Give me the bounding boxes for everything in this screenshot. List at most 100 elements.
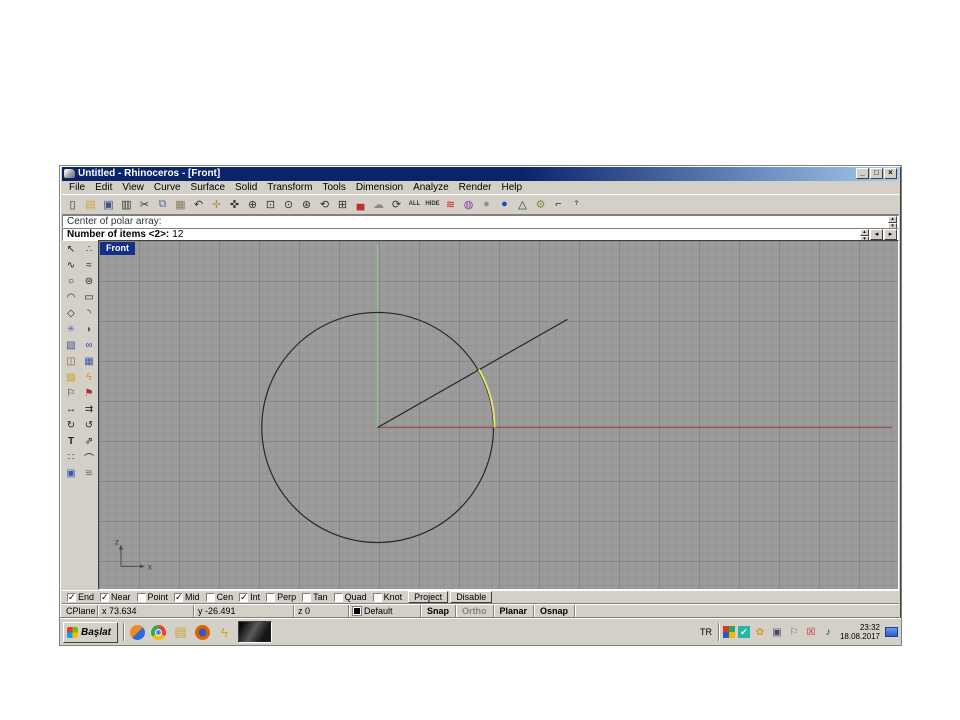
osnap-knot[interactable]: Knot	[371, 592, 407, 602]
pane-osnap[interactable]: Osnap	[534, 604, 576, 617]
rotate-view-icon[interactable]: ✜	[226, 196, 243, 212]
menu-surface[interactable]: Surface	[186, 182, 230, 193]
zoom-dynamic-icon[interactable]: ⊕	[244, 196, 261, 212]
menu-analyze[interactable]: Analyze	[408, 182, 454, 193]
surface-icon[interactable]: ✳	[63, 322, 79, 337]
viewport-title[interactable]: Front	[100, 241, 135, 255]
menu-file[interactable]: File	[64, 182, 90, 193]
print-icon[interactable]: ▥	[118, 196, 135, 212]
layer-pane[interactable]: Default	[349, 604, 421, 617]
menu-view[interactable]: View	[117, 182, 149, 193]
osnap-int[interactable]: Int	[237, 592, 264, 603]
ellipse-icon[interactable]: ⊜	[81, 274, 97, 289]
select-arrow-icon[interactable]: ↖	[63, 242, 79, 257]
hide-icon[interactable]: HIDE	[424, 196, 441, 212]
array-icon[interactable]: ∷	[63, 450, 79, 465]
explode-icon[interactable]: ϟ	[81, 370, 97, 385]
rotate-icon[interactable]: ↻	[63, 418, 79, 433]
polygon-icon[interactable]: ◇	[63, 306, 79, 321]
menu-help[interactable]: Help	[496, 182, 527, 193]
osnap-point[interactable]: Point	[135, 592, 173, 602]
program-grid-icon[interactable]	[722, 626, 735, 638]
menu-tools[interactable]: Tools	[317, 182, 350, 193]
minimize-button[interactable]: _	[856, 168, 869, 180]
osnap-cen[interactable]: Cen	[204, 592, 238, 602]
scale-icon[interactable]: ⇗	[81, 434, 97, 449]
osnap-near[interactable]: Near	[98, 592, 135, 603]
checkbox-icon[interactable]	[136, 592, 146, 602]
flag-white-icon[interactable]: ⚐	[63, 386, 79, 401]
menu-transform[interactable]: Transform	[262, 182, 317, 193]
save-icon[interactable]: ▣	[100, 196, 117, 212]
command-next-button[interactable]: ▸	[884, 228, 897, 240]
checkbox-icon[interactable]	[333, 592, 343, 602]
undo-view-icon[interactable]: ⟲	[316, 196, 333, 212]
shaded-view-icon[interactable]: ●	[496, 196, 513, 212]
project-button[interactable]: Project	[408, 591, 449, 604]
zoom-extents-icon[interactable]: ⊛	[298, 196, 315, 212]
spin-up-icon[interactable]: ▴	[860, 228, 869, 236]
display-settings-icon[interactable]: ▣	[770, 625, 784, 639]
osnap-perp[interactable]: Perp	[264, 592, 300, 602]
layer-state-icon[interactable]: ▨	[63, 370, 79, 385]
clock[interactable]: 23:32 18.08.2017	[838, 623, 882, 641]
network-error-icon[interactable]: ☒	[804, 625, 818, 639]
language-indicator[interactable]: TR	[697, 627, 715, 637]
options-gear-icon[interactable]: ⚙	[532, 196, 549, 212]
osnap-mid[interactable]: Mid	[172, 592, 204, 603]
checkbox-icon[interactable]	[174, 592, 184, 603]
osnap-end[interactable]: End	[65, 592, 98, 603]
osnap-tan[interactable]: Tan	[300, 592, 332, 602]
sphere-icon[interactable]: ∞	[81, 338, 97, 353]
pane-ortho[interactable]: Ortho	[456, 604, 494, 617]
chrome-icon[interactable]	[151, 624, 167, 640]
help-icon[interactable]: ?	[568, 196, 585, 212]
rectangle-icon[interactable]: ▭	[81, 290, 97, 305]
command-prev-button[interactable]: ◂	[870, 228, 883, 240]
show-desktop-icon[interactable]	[885, 627, 898, 637]
cylinder-icon[interactable]: ◫	[63, 354, 79, 369]
checkbox-icon[interactable]	[266, 592, 276, 602]
update-check-icon[interactable]: ✔	[737, 626, 750, 638]
taskbar-rhino-window-button[interactable]	[238, 621, 273, 643]
pane-snap[interactable]: Snap	[421, 604, 457, 617]
pane-planar[interactable]: Planar	[494, 604, 535, 617]
select-cycle-icon[interactable]: ⟳	[388, 196, 405, 212]
copy-icon[interactable]: ⧉	[154, 196, 171, 212]
command-history-spinner[interactable]: ▴ ▾	[888, 215, 897, 230]
command-input-spinner[interactable]: ▴ ▾	[860, 228, 869, 243]
menu-dimension[interactable]: Dimension	[351, 182, 408, 193]
cut-icon[interactable]: ✂	[136, 196, 153, 212]
hatch-icon[interactable]: ≋	[81, 466, 97, 481]
zoom-all-icon[interactable]: ALL	[406, 196, 423, 212]
checkbox-icon[interactable]	[67, 592, 76, 603]
dimension-tool-icon[interactable]: ⌐	[550, 196, 567, 212]
pan-icon[interactable]: ✛	[208, 196, 225, 212]
start-button[interactable]: Başlat	[63, 621, 119, 643]
render-preview-icon[interactable]: ●	[478, 196, 495, 212]
circle-icon[interactable]: ○	[63, 274, 79, 289]
move-icon[interactable]: ↔	[63, 402, 79, 417]
media-player-icon[interactable]	[130, 624, 146, 640]
flag-red-icon[interactable]: ⚑	[81, 386, 97, 401]
new-file-icon[interactable]: ▯	[64, 196, 81, 212]
point-icon[interactable]: ∴	[81, 242, 97, 257]
open-file-icon[interactable]: ▤	[82, 196, 99, 212]
dimension-arc-icon[interactable]: ⌒	[81, 450, 97, 465]
curve-icon[interactable]: ∿	[63, 258, 79, 273]
disable-button[interactable]: Disable	[450, 591, 493, 604]
box-icon[interactable]: ▧	[63, 338, 79, 353]
color-wheel-icon[interactable]: ◍	[460, 196, 477, 212]
osnap-quad[interactable]: Quad	[332, 592, 371, 602]
patch-icon[interactable]: ◗	[81, 322, 97, 337]
menu-edit[interactable]: Edit	[90, 182, 117, 193]
firefox-icon[interactable]	[195, 624, 211, 640]
folder-icon[interactable]: ▤	[172, 624, 189, 641]
render-car-icon[interactable]: ▄	[352, 196, 369, 212]
titlebar[interactable]: Untitled - Rhinoceros - [Front] _ □ ×	[62, 167, 899, 181]
rotate-3d-icon[interactable]: ↺	[81, 418, 97, 433]
spin-up-icon[interactable]: ▴	[888, 215, 897, 223]
menu-solid[interactable]: Solid	[230, 182, 262, 193]
arc-icon[interactable]: ◠	[63, 290, 79, 305]
volume-icon[interactable]: ♪	[821, 625, 835, 639]
